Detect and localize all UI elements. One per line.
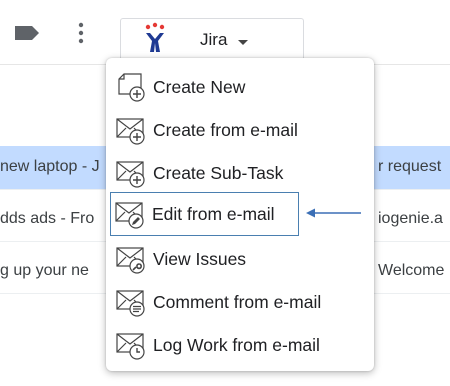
- log-work-from-email-icon: [116, 333, 145, 360]
- menu-item-label: Create from e-mail: [153, 120, 298, 140]
- menu-item-log-work-from-email[interactable]: Log Work from e-mail: [112, 326, 368, 364]
- create-subtask-icon: [116, 161, 145, 188]
- menu-item-label: Log Work from e-mail: [153, 335, 320, 355]
- menu-item-label: Create Sub-Task: [153, 163, 284, 183]
- create-from-email-icon: [116, 118, 145, 145]
- email-snippet-right: Welcome: [378, 262, 445, 279]
- create-new-icon: [118, 73, 145, 102]
- label-icon[interactable]: [14, 25, 40, 41]
- caret-down-icon: [238, 40, 248, 45]
- more-vert-icon[interactable]: [77, 22, 85, 44]
- email-snippet-right: iogenie.a: [378, 210, 443, 227]
- email-subject-snippet: dds ads - Fro: [0, 210, 95, 227]
- jira-button-label: Jira: [200, 30, 228, 49]
- comment-from-email-icon: [116, 290, 145, 317]
- menu-item-comment-from-email[interactable]: Comment from e-mail: [112, 283, 368, 321]
- menu-item-create-from-email[interactable]: Create from e-mail: [112, 111, 368, 149]
- view-issues-icon: [116, 247, 145, 274]
- email-subject-snippet: g up your ne: [0, 262, 89, 279]
- menu-item-label: View Issues: [153, 249, 247, 269]
- jira-logo: [145, 22, 165, 52]
- toolbar: Jira: [0, 0, 450, 65]
- menu-item-label: Comment from e-mail: [153, 292, 322, 312]
- menu-item-create-subtask[interactable]: Create Sub-Task: [112, 154, 368, 192]
- gmail-jira-addon-screen: Jira new laptop - J r request dds ads - …: [0, 0, 450, 386]
- menu-item-edit-from-email[interactable]: Edit from e-mail: [110, 192, 299, 236]
- edit-from-email-icon: [115, 202, 144, 229]
- menu-item-create-new[interactable]: Create New: [112, 68, 368, 106]
- menu-item-label: Edit from e-mail: [152, 204, 275, 224]
- email-subject-snippet: new laptop - J: [0, 158, 100, 175]
- email-snippet-right: r request: [378, 158, 442, 175]
- menu-item-view-issues[interactable]: View Issues: [112, 240, 368, 278]
- menu-item-label: Create New: [153, 77, 246, 97]
- left-arrow-icon: [306, 208, 361, 218]
